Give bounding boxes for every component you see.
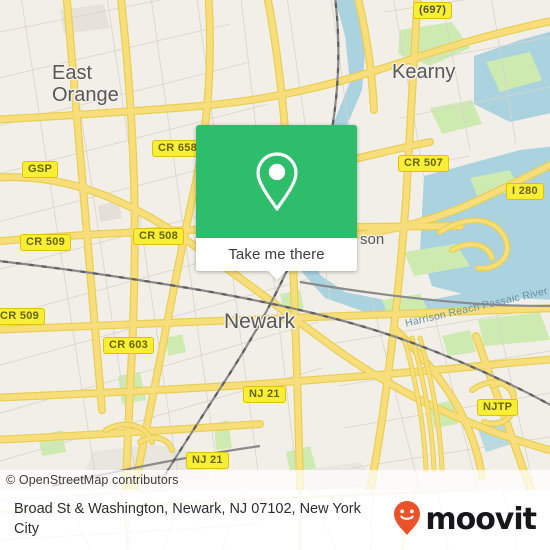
road-shield-cr509-south[interactable]: CR 509: [0, 308, 46, 326]
road-shield-cr507[interactable]: CR 507: [398, 155, 450, 173]
road-shield-cr509-north[interactable]: CR 509: [20, 234, 72, 252]
footer-bar: Broad St & Washington, Newark, NJ 07102,…: [0, 490, 550, 550]
map-attribution[interactable]: © OpenStreetMap contributors: [0, 470, 550, 490]
road-shield-gsp[interactable]: GSP: [22, 161, 59, 179]
road-shield-i280[interactable]: I 280: [506, 183, 544, 201]
destination-popup-card[interactable]: Take me there: [196, 125, 357, 280]
road-shield-cr603[interactable]: CR 603: [103, 337, 155, 355]
moovit-smiley-pin-icon: [393, 500, 421, 541]
moovit-map-screenshot: Harrison Reach Passaic River East Orange…: [0, 0, 550, 550]
map-canvas[interactable]: Harrison Reach Passaic River East Orange…: [0, 0, 550, 490]
popup-pointer: [267, 271, 286, 280]
road-shield-cr508[interactable]: CR 508: [133, 228, 185, 246]
take-me-there-button[interactable]: Take me there: [196, 238, 357, 271]
location-pin-icon: [254, 151, 300, 213]
road-shield-nj21-south[interactable]: NJ 21: [186, 452, 229, 470]
road-shield-697[interactable]: (697): [413, 2, 453, 20]
road-shield-njtp[interactable]: NJTP: [477, 399, 519, 417]
address-caption: Broad St & Washington, Newark, NJ 07102,…: [14, 501, 361, 537]
road-shield-nj21-north[interactable]: NJ 21: [243, 386, 286, 404]
popup-hero: [196, 125, 357, 238]
moovit-wordmark: moovit: [425, 502, 537, 537]
moovit-brand-logo[interactable]: moovit: [393, 500, 537, 541]
